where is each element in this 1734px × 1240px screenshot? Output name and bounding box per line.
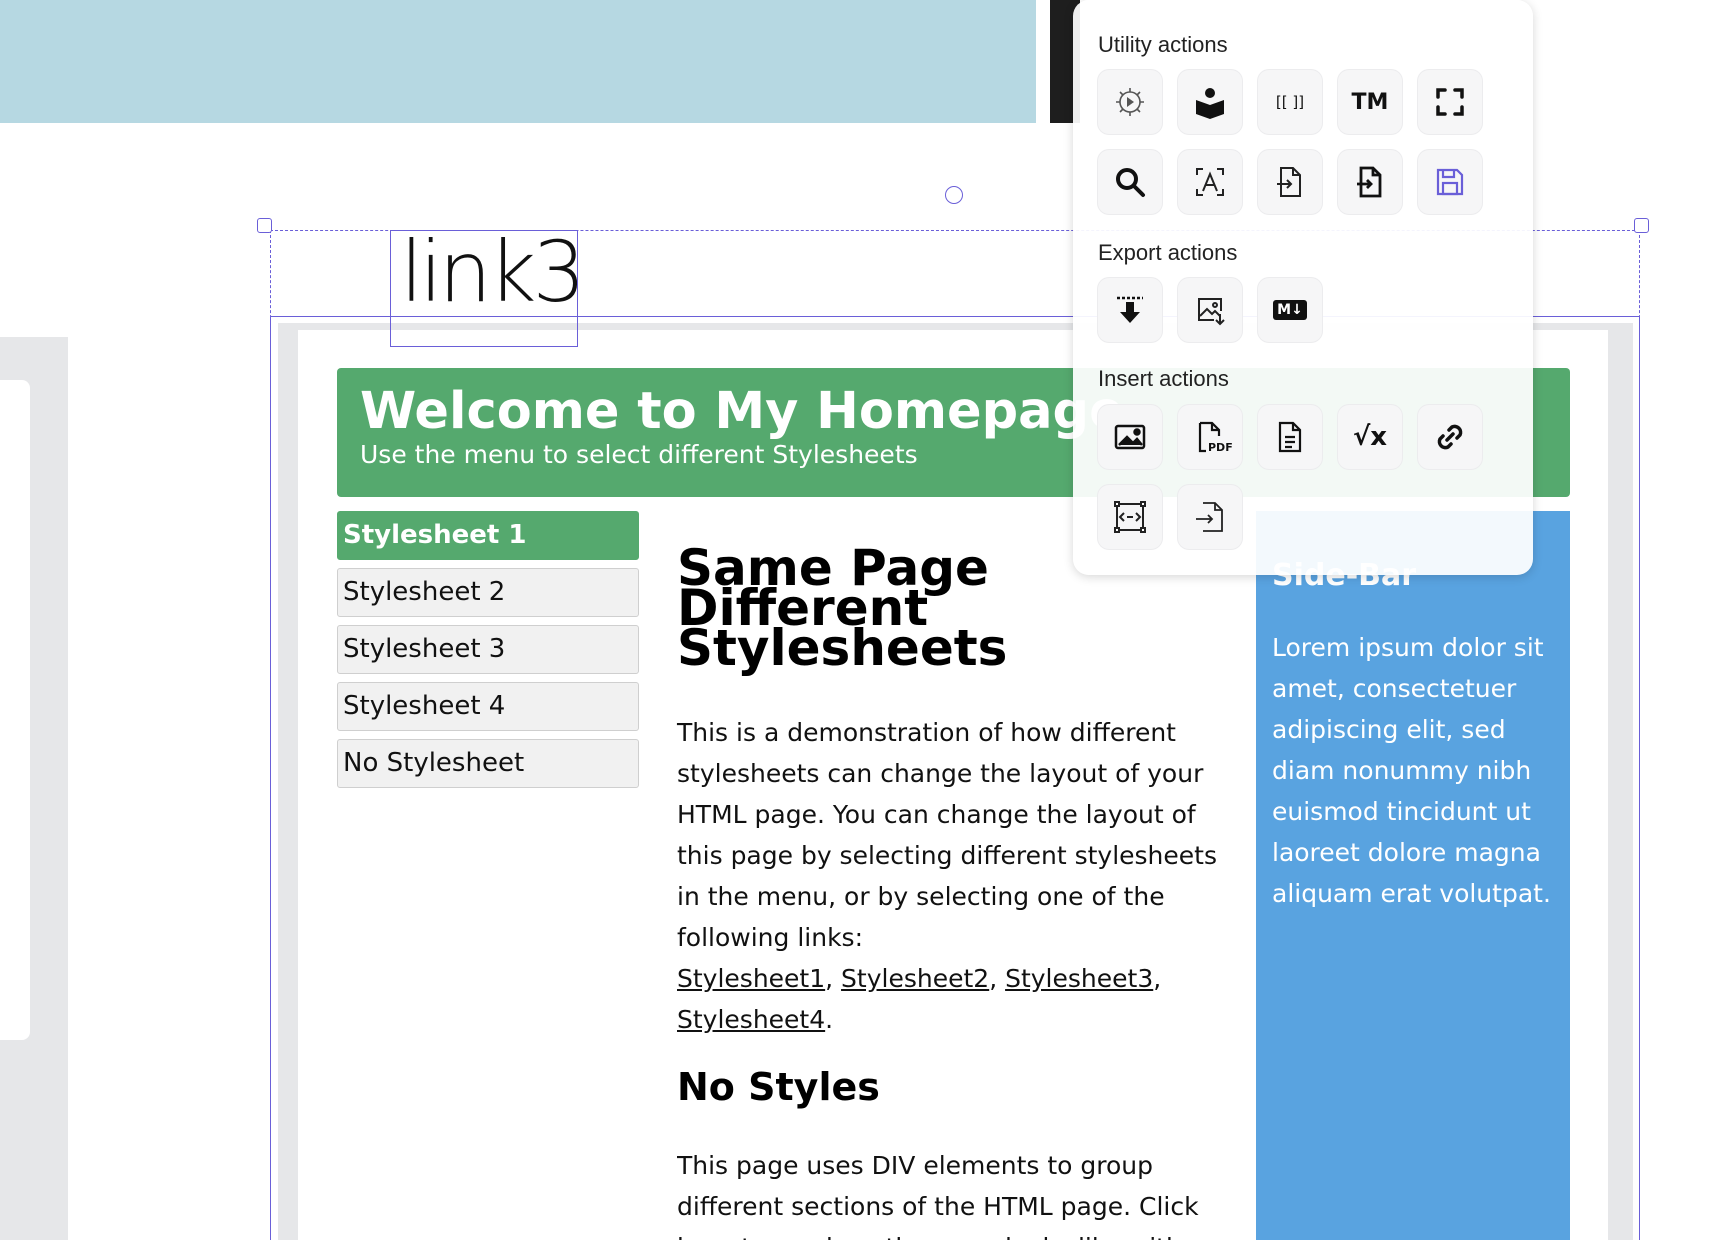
latex-glyph: √x <box>1352 422 1388 452</box>
handwritten-text-selection <box>390 230 578 347</box>
insert-pdf-icon[interactable]: PDF <box>1178 405 1242 469</box>
markdown-glyph: M↓ <box>1273 300 1307 320</box>
pdf-glyph: PDF <box>1208 441 1233 454</box>
import-file-bold-icon[interactable] <box>1338 150 1402 214</box>
canvas-left-frame-inner <box>0 380 30 1040</box>
export-image-icon[interactable] <box>1178 278 1242 342</box>
wiki-link-icon[interactable]: [[ ]] <box>1258 70 1322 134</box>
insert-image-icon[interactable] <box>1098 405 1162 469</box>
reader-icon[interactable] <box>1178 70 1242 134</box>
settings-play-icon[interactable] <box>1098 70 1162 134</box>
insert-latex-icon[interactable]: √x <box>1338 405 1402 469</box>
wiki-link-glyph: [[ ]] <box>1275 93 1305 111</box>
actions-popover: Utility actions [[ ]] TM Export actions … <box>1073 0 1533 575</box>
search-icon[interactable] <box>1098 150 1162 214</box>
export-actions-label: Export actions <box>1098 240 1238 265</box>
import-file-icon[interactable] <box>1258 150 1322 214</box>
insert-link-icon[interactable] <box>1418 405 1482 469</box>
insert-file-icon[interactable] <box>1258 405 1322 469</box>
utility-actions-label: Utility actions <box>1098 32 1228 57</box>
export-download-icon[interactable] <box>1098 278 1162 342</box>
embed-icon[interactable] <box>1098 485 1162 549</box>
resize-handle-top-left[interactable] <box>257 218 272 233</box>
fullscreen-icon[interactable] <box>1418 70 1482 134</box>
resize-handle-top-right[interactable] <box>1634 218 1649 233</box>
markdown-icon[interactable]: M↓ <box>1258 278 1322 342</box>
trademark-glyph: TM <box>1351 89 1389 115</box>
save-icon[interactable] <box>1418 150 1482 214</box>
rotate-handle[interactable] <box>945 186 963 204</box>
trademark-icon[interactable]: TM <box>1338 70 1402 134</box>
canvas-blue-shape <box>0 0 1036 123</box>
ocr-icon[interactable] <box>1178 150 1242 214</box>
insert-import-icon[interactable] <box>1178 485 1242 549</box>
insert-actions-label: Insert actions <box>1098 366 1229 391</box>
